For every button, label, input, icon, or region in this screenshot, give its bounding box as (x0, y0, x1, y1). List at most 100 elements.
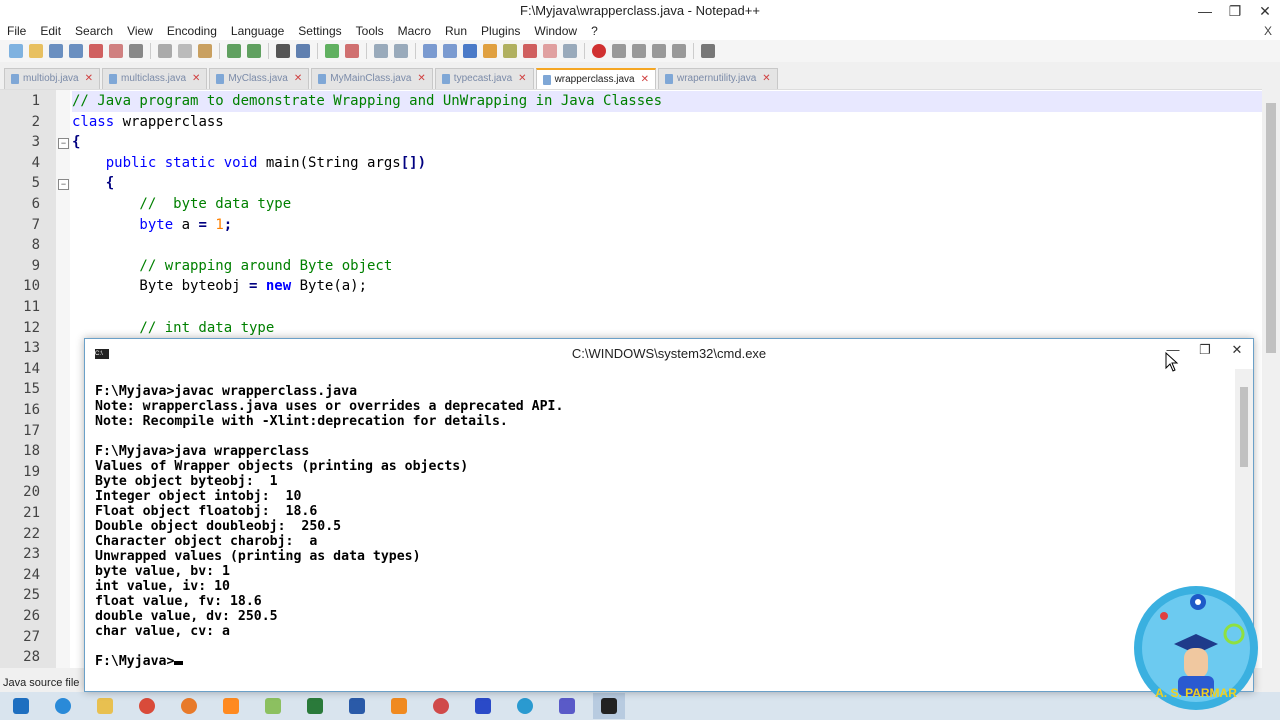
cmd-title-bar[interactable]: C:\ C:\WINDOWS\system32\cmd.exe — ❐ ✕ (85, 339, 1253, 369)
menu-tools[interactable]: Tools (349, 22, 391, 40)
menu-language[interactable]: Language (224, 22, 291, 40)
cmd-window[interactable]: C:\ C:\WINDOWS\system32\cmd.exe — ❐ ✕ F:… (84, 338, 1254, 692)
tab-multiobj[interactable]: multiobj.java ✕ (4, 68, 100, 89)
save-all-icon[interactable] (69, 44, 83, 58)
code-operator: = (198, 216, 207, 233)
tab-close-icon[interactable]: ✕ (641, 70, 649, 90)
menu-edit[interactable]: Edit (33, 22, 68, 40)
menu-window[interactable]: Window (527, 22, 584, 40)
monitoring-icon[interactable] (563, 44, 577, 58)
close-document-button[interactable]: X (1264, 22, 1272, 40)
word-wrap-icon[interactable] (423, 44, 437, 58)
folder-workspace-icon[interactable] (543, 44, 557, 58)
menu-search[interactable]: Search (68, 22, 120, 40)
close-all-icon[interactable] (109, 44, 123, 58)
undo-icon[interactable] (227, 44, 241, 58)
line-number: 19 (23, 463, 40, 480)
play-macro-icon[interactable] (632, 44, 646, 58)
scroll-thumb[interactable] (1266, 103, 1276, 353)
cut-icon[interactable] (158, 44, 172, 58)
code-line-4: public static void main(String args[]) (72, 153, 426, 174)
code-text: wrapperclass (114, 113, 224, 130)
close-button[interactable]: ✕ (1250, 0, 1280, 22)
tab-close-icon[interactable]: ✕ (294, 69, 302, 89)
redo-icon[interactable] (247, 44, 261, 58)
vlc-icon[interactable] (383, 693, 415, 719)
scroll-thumb[interactable] (1240, 387, 1248, 467)
toolbar-separator (584, 43, 585, 59)
open-file-icon[interactable] (29, 44, 43, 58)
zoom-in-icon[interactable] (325, 44, 339, 58)
editor-scrollbar[interactable] (1262, 89, 1280, 667)
stop-macro-icon[interactable] (612, 44, 626, 58)
tab-multiclass[interactable]: multiclass.java ✕ (101, 68, 208, 89)
fold-toggle-icon[interactable]: − (58, 138, 69, 149)
menu-settings[interactable]: Settings (291, 22, 348, 40)
save-macro-icon[interactable] (672, 44, 686, 58)
find-icon[interactable] (276, 44, 290, 58)
menu-encoding[interactable]: Encoding (160, 22, 224, 40)
play-multiple-icon[interactable] (652, 44, 666, 58)
cmd-close-button[interactable]: ✕ (1221, 339, 1253, 361)
file-icon (441, 74, 450, 84)
function-list-icon[interactable] (523, 44, 537, 58)
chrome-icon[interactable] (131, 693, 163, 719)
console-prompt-line[interactable]: F:\Myjava> (95, 654, 184, 669)
doc-map-icon[interactable] (503, 44, 517, 58)
close-file-icon[interactable] (89, 44, 103, 58)
cmd-maximize-button[interactable]: ❐ (1189, 339, 1221, 361)
tab-wrapernutility[interactable]: wrapernutility.java ✕ (658, 68, 778, 89)
firefox-icon[interactable] (173, 693, 205, 719)
menu-run[interactable]: Run (438, 22, 474, 40)
menu-help[interactable]: ? (584, 22, 605, 40)
tab-close-icon[interactable]: ✕ (417, 69, 425, 89)
menu-view[interactable]: View (120, 22, 160, 40)
replace-icon[interactable] (296, 44, 310, 58)
sync-v-icon[interactable] (374, 44, 388, 58)
tab-typecast[interactable]: typecast.java ✕ (434, 68, 534, 89)
fold-toggle-icon[interactable]: − (58, 179, 69, 190)
tab-close-icon[interactable]: ✕ (762, 69, 770, 89)
media-icon[interactable] (425, 693, 457, 719)
print-icon[interactable] (129, 44, 143, 58)
sync-h-icon[interactable] (394, 44, 408, 58)
tab-close-icon[interactable]: ✕ (518, 69, 526, 89)
line-number: 20 (23, 484, 40, 501)
spell-check-icon[interactable] (701, 44, 715, 58)
tab-close-icon[interactable]: ✕ (192, 69, 200, 89)
copy-icon[interactable] (178, 44, 192, 58)
show-all-chars-icon[interactable] (443, 44, 457, 58)
word-icon[interactable] (341, 693, 373, 719)
tab-label: MyClass.java (228, 73, 288, 84)
edge-icon[interactable] (509, 693, 541, 719)
maximize-button[interactable]: ❐ (1220, 0, 1250, 22)
minimize-button[interactable]: — (1190, 0, 1220, 22)
tab-wrapperclass[interactable]: wrapperclass.java ✕ (535, 68, 656, 90)
teams-icon[interactable] (551, 693, 583, 719)
menu-plugins[interactable]: Plugins (474, 22, 527, 40)
ie-icon[interactable] (47, 693, 79, 719)
app-icon-2[interactable] (467, 693, 499, 719)
paste-icon[interactable] (198, 44, 212, 58)
indent-guide-icon[interactable] (463, 44, 477, 58)
app-icon[interactable] (299, 693, 331, 719)
tab-close-icon[interactable]: ✕ (85, 69, 93, 89)
zoom-out-icon[interactable] (345, 44, 359, 58)
console-line: Note: wrapperclass.java uses or override… (95, 399, 564, 414)
menu-macro[interactable]: Macro (391, 22, 438, 40)
console-output[interactable]: F:\Myjava>javac wrapperclass.java Note: … (85, 369, 1233, 691)
file-explorer-icon[interactable] (89, 693, 121, 719)
new-file-icon[interactable] (9, 44, 23, 58)
sublime-icon[interactable] (215, 693, 247, 719)
define-lang-icon[interactable] (483, 44, 497, 58)
record-macro-icon[interactable] (592, 44, 606, 58)
tab-mymainclass[interactable]: MyMainClass.java ✕ (311, 68, 433, 89)
code-line-1: // Java program to demonstrate Wrapping … (72, 91, 1262, 112)
cmd-title: C:\WINDOWS\system32\cmd.exe (571, 346, 767, 361)
tab-myclass[interactable]: MyClass.java ✕ (209, 68, 310, 89)
save-icon[interactable] (49, 44, 63, 58)
notepadpp-icon[interactable] (257, 693, 289, 719)
windows-start-icon[interactable] (5, 693, 37, 719)
cmd-icon[interactable] (593, 693, 625, 719)
menu-file[interactable]: File (0, 22, 33, 40)
